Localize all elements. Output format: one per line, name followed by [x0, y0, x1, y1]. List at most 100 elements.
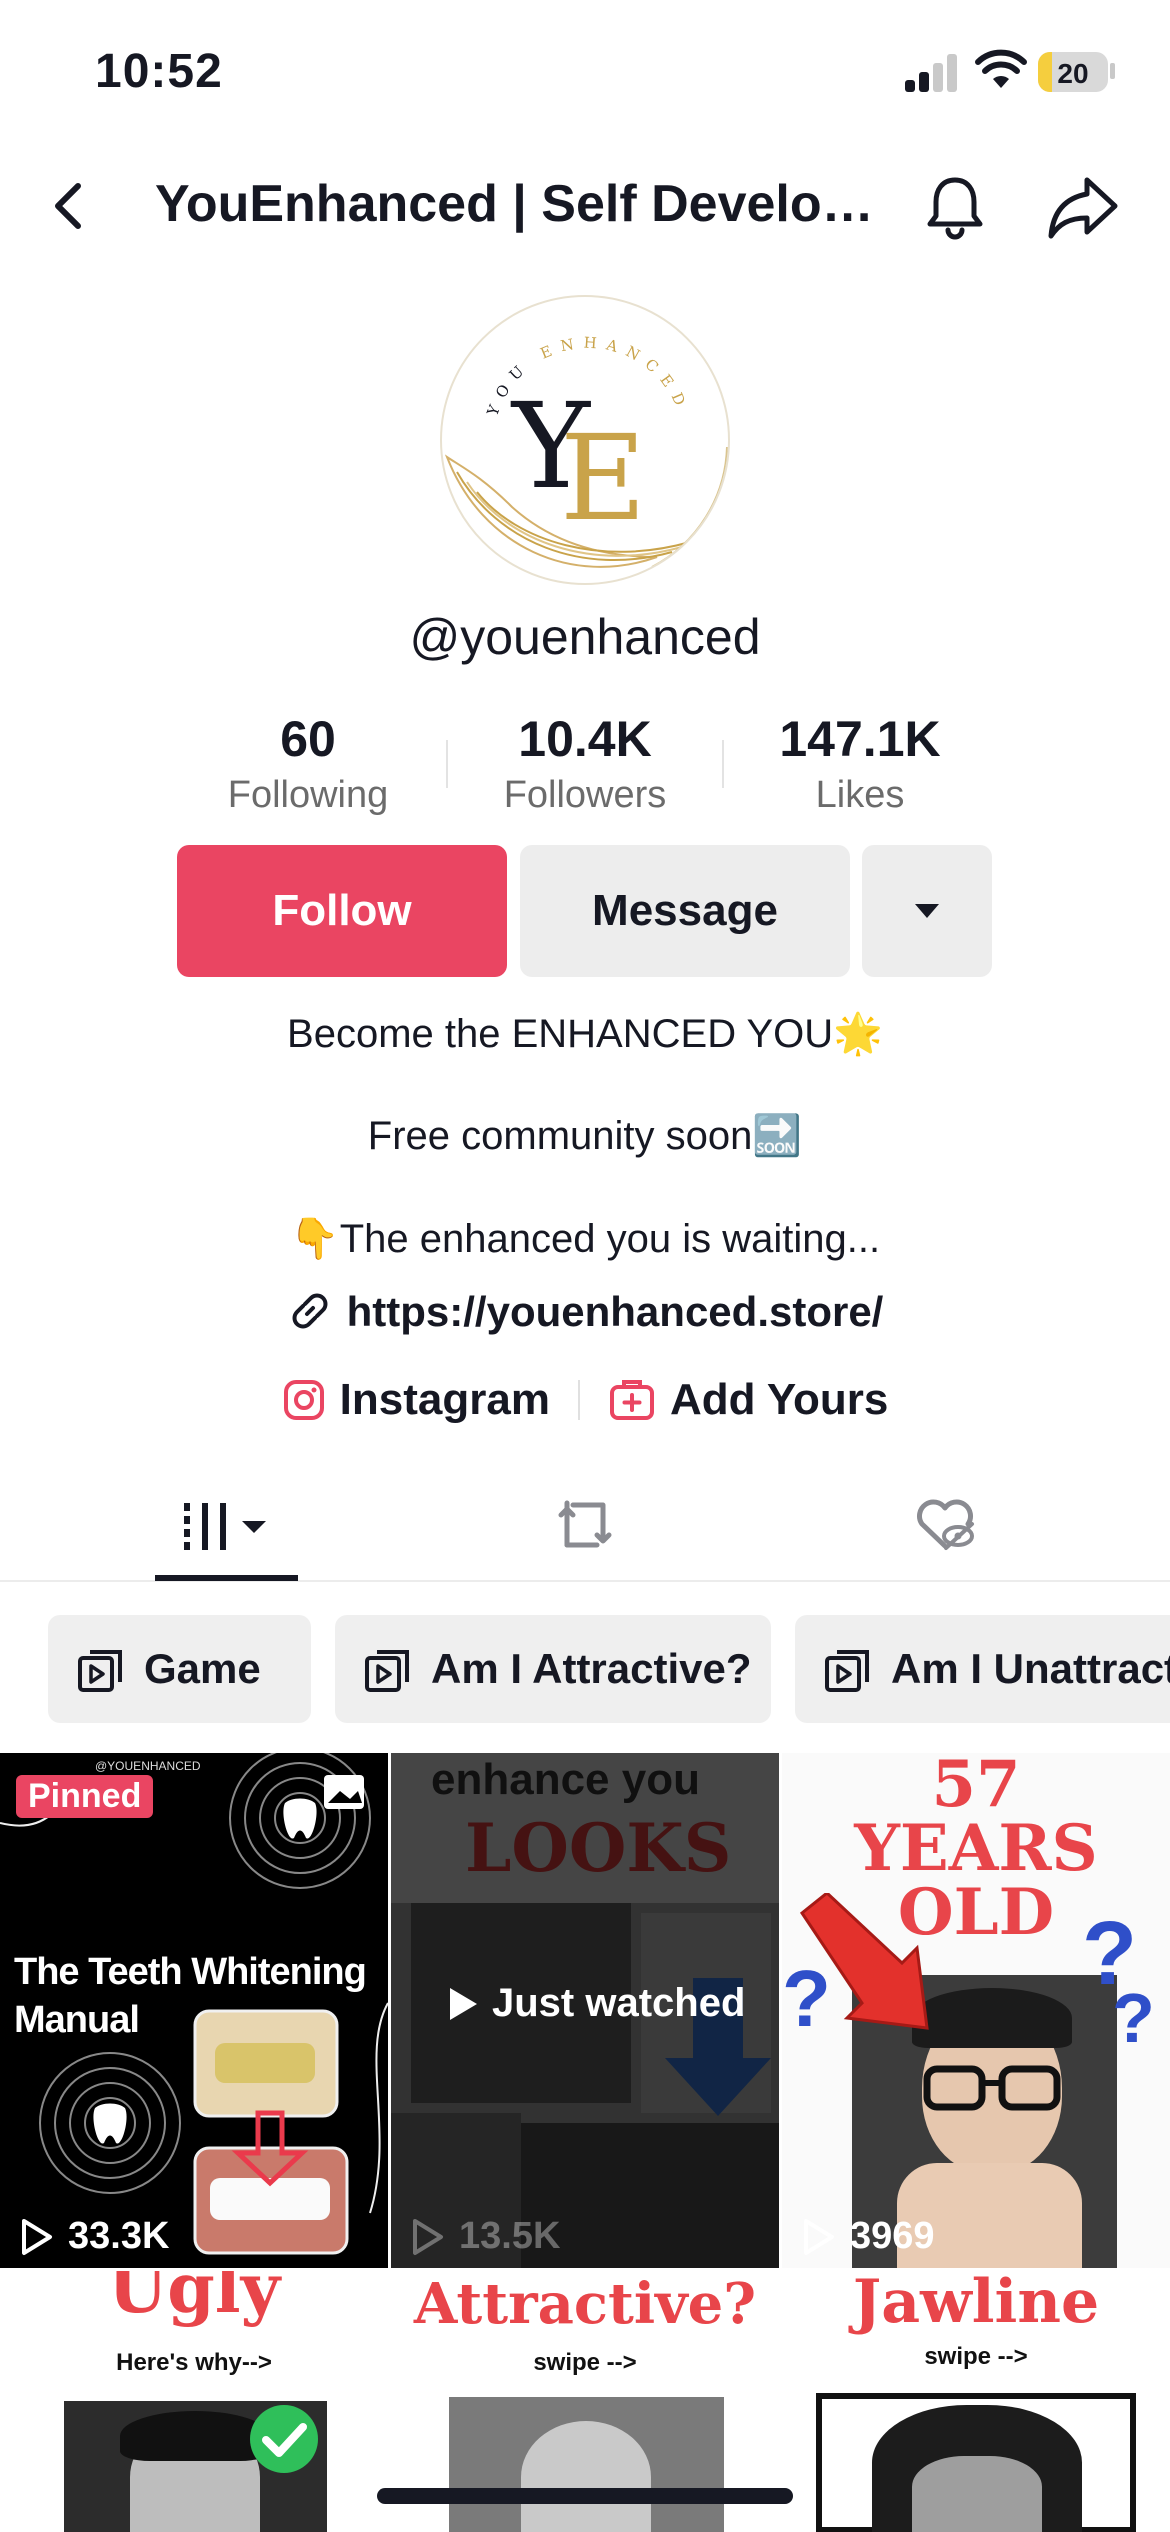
headline-line: YEARS	[854, 1811, 1098, 1886]
playlist-label: Am I Unattractive	[891, 1645, 1170, 1692]
stat-likes: 147.1K Likes	[740, 710, 980, 817]
instagram-label: Instagram	[339, 1375, 550, 1424]
heart-hidden-icon	[917, 1499, 974, 1550]
thumbnail-subtext: swipe -->	[924, 2343, 1028, 2370]
caret-down-icon	[915, 904, 939, 918]
playlist-chip-game[interactable]: Game	[48, 1615, 311, 1723]
video-title-line: The Teeth Whitening	[14, 1951, 367, 1993]
checkmark-icon	[250, 2405, 318, 2473]
repost-icon	[558, 1500, 612, 1548]
question-mark-art: ?	[1112, 1979, 1155, 2057]
message-button[interactable]: Message	[520, 845, 850, 977]
divider	[577, 1380, 580, 1420]
suggested-accounts-button[interactable]	[862, 845, 992, 977]
stat-label: Likes	[815, 774, 905, 816]
pinned-badge: Pinned	[16, 1775, 154, 1818]
stat-value: 10.4K	[518, 711, 652, 767]
divider	[722, 740, 724, 788]
avatar[interactable]: YOU ENHANCED Y E	[440, 295, 730, 585]
battery-icon: 20	[1038, 52, 1108, 92]
thumbnail-subtext: Here's why-->	[116, 2349, 272, 2376]
tab-liked[interactable]	[870, 1470, 1020, 1580]
thumbnail-headline: Jawline	[852, 2271, 1100, 2337]
video-title-line: Manual	[14, 1999, 140, 2041]
stat-value: 147.1K	[779, 711, 941, 767]
stat-label: Followers	[503, 774, 667, 816]
playlist-icon	[365, 1650, 409, 1692]
glasses-art	[923, 2065, 1061, 2111]
playlist-icon	[78, 1650, 122, 1692]
thumbnail-headline: Ugly	[107, 2271, 281, 2329]
add-yours-label: Add Yours	[669, 1375, 889, 1424]
you-enhanced-logo: YOU ENHANCED Y E	[444, 334, 728, 568]
headline-line: 57	[931, 1753, 1021, 1822]
play-outline-icon	[413, 2218, 443, 2255]
signal-icon	[905, 52, 959, 92]
stat-followers[interactable]: 10.4K Followers	[465, 710, 705, 817]
view-count: 3969	[800, 2215, 935, 2258]
view-count: 33.3K	[18, 2215, 169, 2258]
chevron-left-icon[interactable]	[40, 176, 100, 236]
bio-line: Become the ENHANCED YOU🌟	[287, 1012, 883, 1056]
playlist-label: Am I Attractive?	[431, 1645, 752, 1692]
instagram-link[interactable]: Instagram	[282, 1375, 550, 1425]
stat-value: 60	[280, 711, 336, 767]
add-yours-link[interactable]: Add Yours	[608, 1375, 888, 1425]
divider	[446, 740, 448, 788]
thumbnail-headline: Attractive?	[413, 2271, 757, 2337]
view-count-value: 3969	[850, 2215, 935, 2257]
follow-button[interactable]: Follow	[177, 845, 507, 977]
playlist-label: Game	[144, 1645, 261, 1692]
bio-line: Free community soon🔜	[367, 1114, 803, 1158]
bio-line: 👇The enhanced you is waiting...	[289, 1217, 881, 1261]
status-time: 10:52	[95, 45, 223, 98]
battery-level: 20	[1057, 58, 1089, 89]
profile-handle: @youenhanced	[409, 609, 761, 665]
question-mark-art: ?	[782, 1954, 831, 2043]
instagram-icon	[283, 1380, 324, 1420]
grid-bars-icon	[183, 1503, 266, 1550]
link-icon	[292, 1293, 328, 1329]
video-thumbnail[interactable]: Ugly Here's why-->	[0, 2271, 388, 2532]
bio-link-text: https://youenhanced.store/	[346, 1288, 884, 1335]
battery-tip	[1110, 63, 1115, 79]
content-tabs	[0, 1470, 1170, 1582]
share-arrow-icon[interactable]	[1045, 172, 1120, 242]
video-title: The Teeth Whitening Manual	[14, 1948, 367, 2044]
profile-header: YouEnhanced | Self Develop...	[0, 150, 1170, 265]
play-outline-icon	[804, 2218, 834, 2255]
bell-icon[interactable]	[920, 172, 990, 242]
svg-text:E: E	[560, 409, 646, 547]
face-art	[912, 2456, 1042, 2532]
view-count-value: 33.3K	[68, 2215, 170, 2257]
social-row: Instagram Add Yours	[0, 1375, 1170, 1425]
video-thumbnail[interactable]: Jawline swipe -->	[782, 2271, 1170, 2532]
add-yours-icon	[609, 1380, 654, 1420]
playlist-icon	[825, 1650, 869, 1692]
tab-reposts[interactable]	[510, 1470, 660, 1580]
watermark: @YOUENHANCED	[95, 1759, 201, 1773]
bio-link[interactable]: https://youenhanced.store/	[0, 1288, 1170, 1336]
status-bar: 10:52 20	[0, 0, 1170, 150]
just-watched-text: Just watched	[492, 1981, 746, 2025]
playlist-row: Game Am I Attractive? Am I Unattractive	[0, 1615, 1170, 1725]
play-icon	[450, 1987, 477, 2020]
video-thumbnail[interactable]: 57 YEARS OLD ? ? ? 3969	[782, 1753, 1170, 2268]
view-count: 13.5K	[409, 2215, 560, 2258]
thumbnail-subtext: swipe -->	[533, 2349, 637, 2376]
tab-videos[interactable]	[155, 1470, 298, 1580]
video-thumbnail[interactable]: enhance you LOOKS Just watched 13.5K	[391, 1753, 779, 2268]
play-outline-icon	[22, 2218, 52, 2255]
just-watched-label: Just watched	[446, 1981, 745, 2026]
face-art	[521, 2421, 651, 2532]
stat-following[interactable]: 60 Following	[188, 710, 428, 817]
view-count-value: 13.5K	[459, 2215, 561, 2257]
stat-label: Following	[227, 774, 389, 816]
wifi-icon	[975, 49, 1027, 88]
home-indicator	[377, 2488, 793, 2504]
playlist-chip-am-i-unattractive[interactable]: Am I Unattractive	[795, 1615, 1170, 1723]
video-thumbnail[interactable]: Pinned @YOUENHANCED The Teeth Whitening …	[0, 1753, 388, 2268]
page-title: YouEnhanced | Self Develop...	[155, 175, 885, 233]
playlist-chip-am-i-attractive[interactable]: Am I Attractive?	[335, 1615, 771, 1723]
active-tab-indicator	[155, 1575, 298, 1581]
